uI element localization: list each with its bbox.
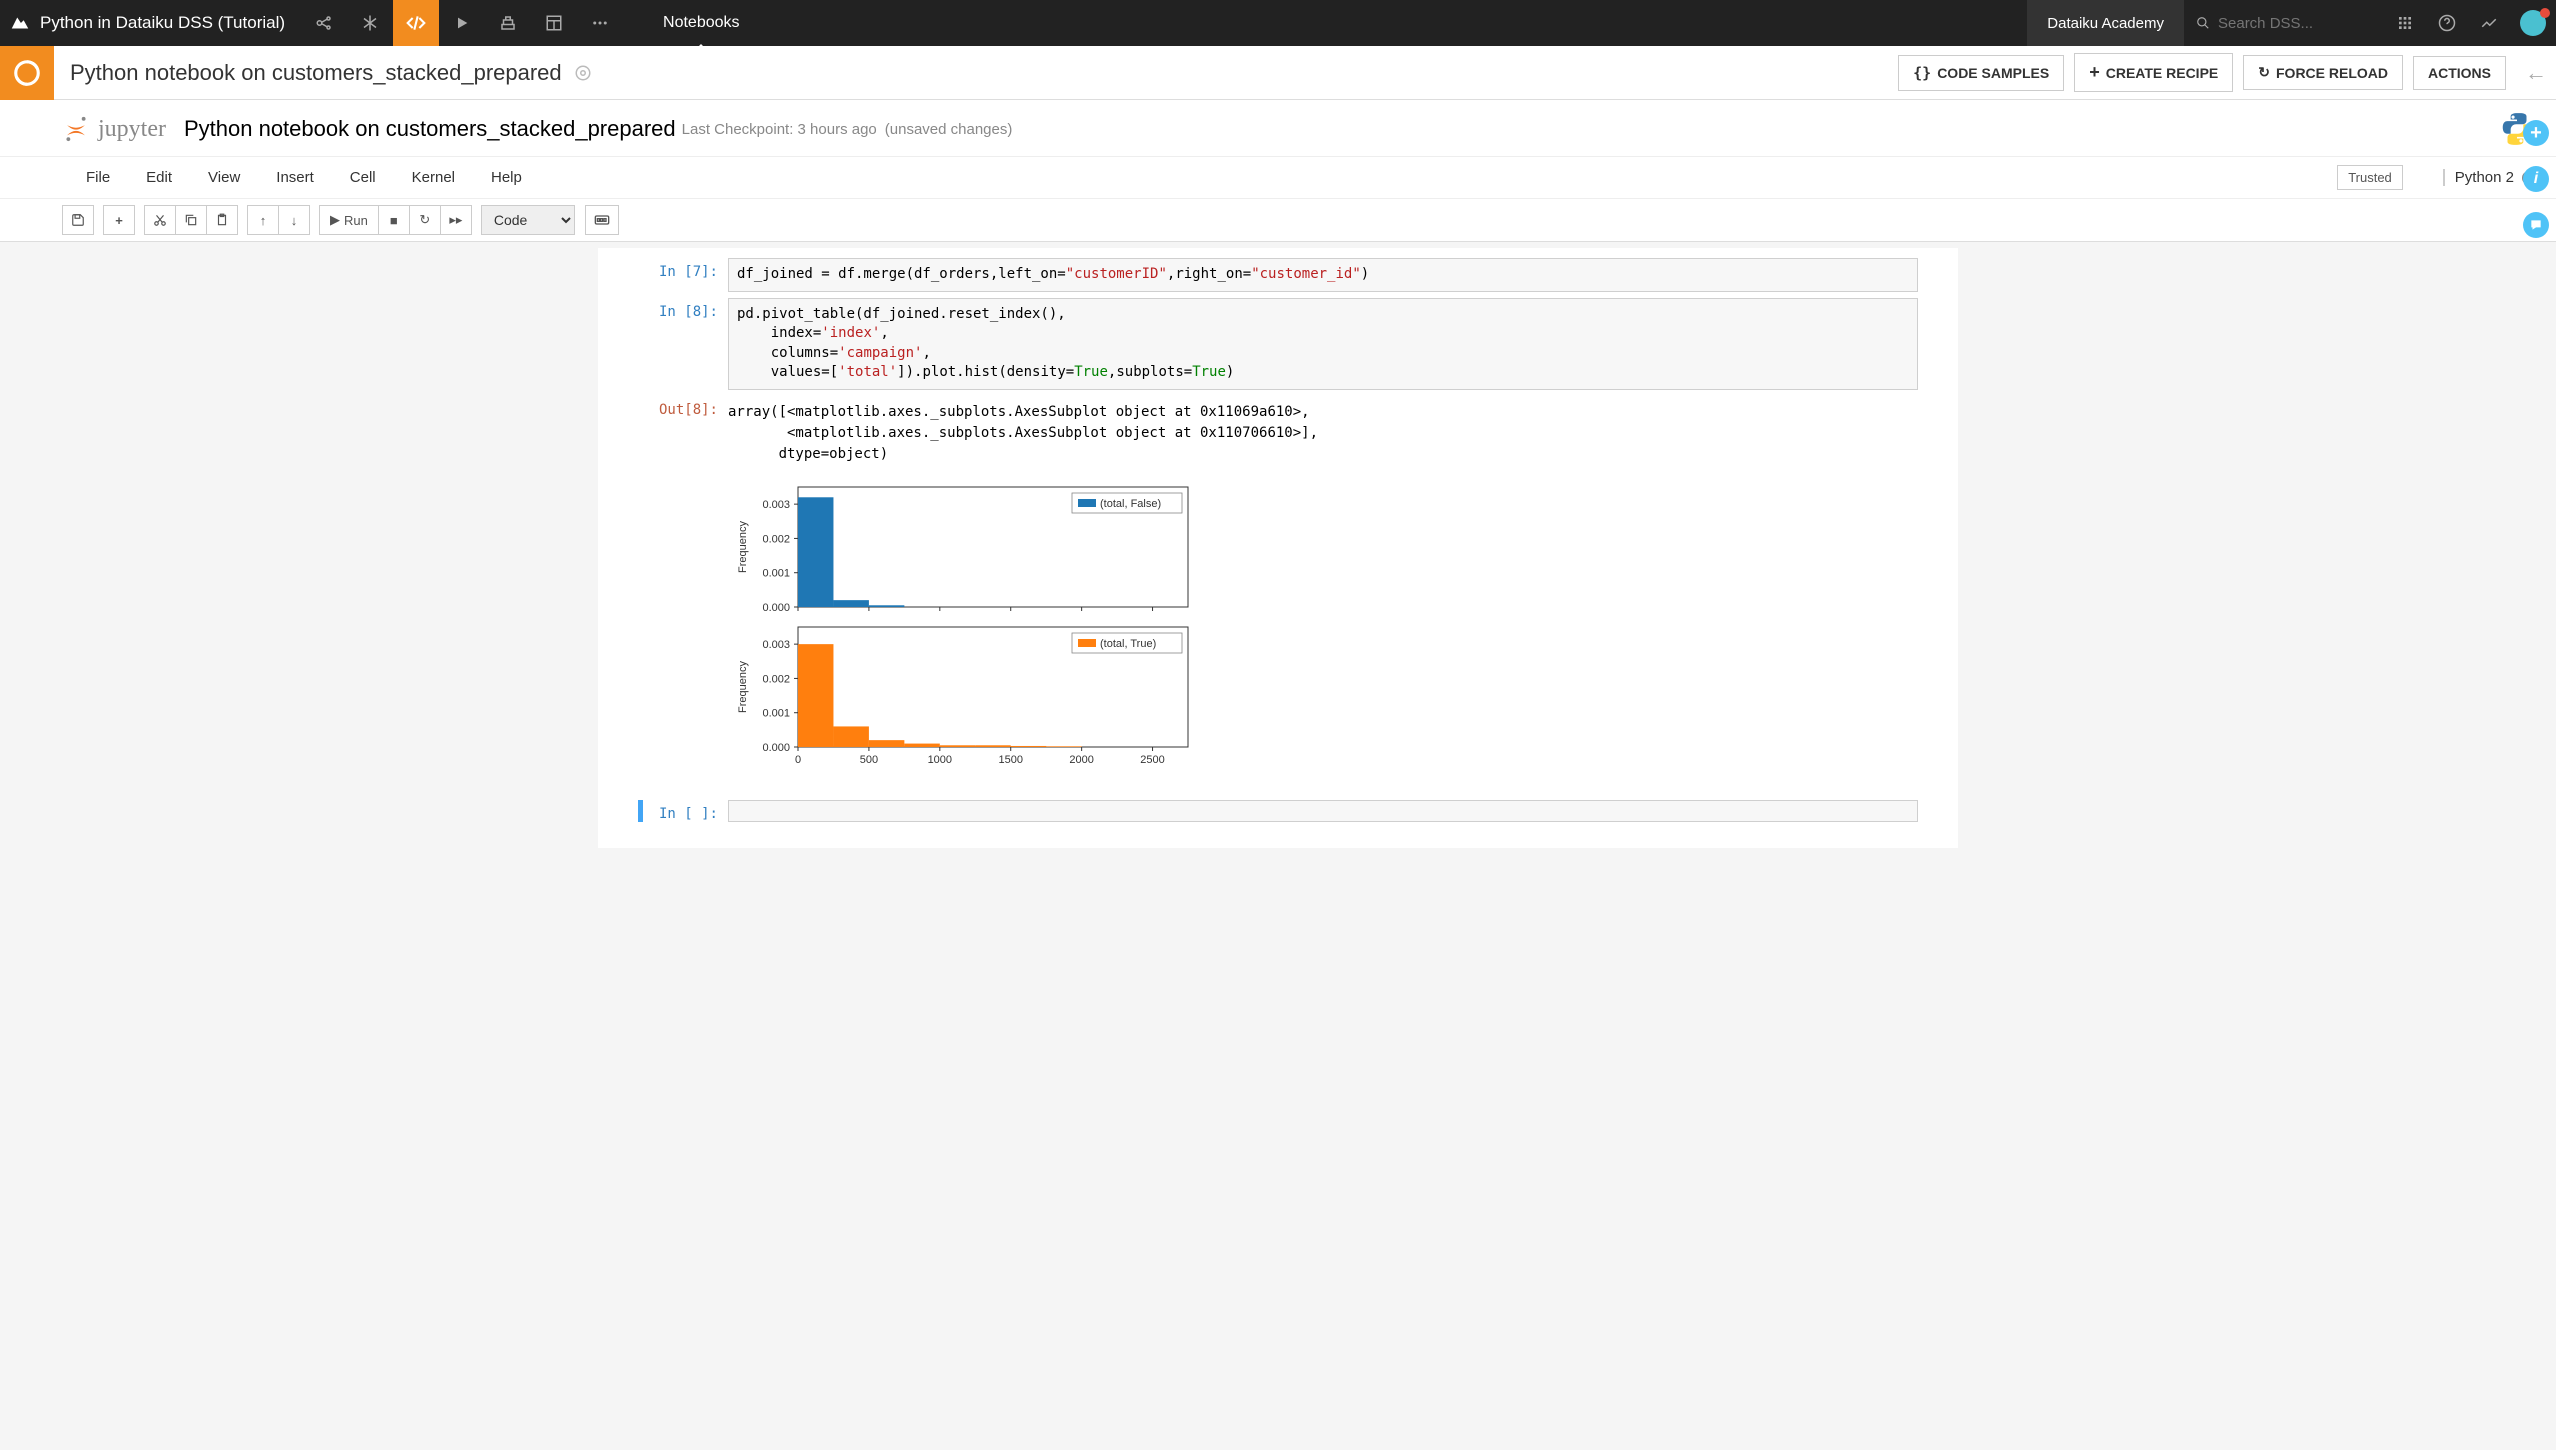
apps-icon[interactable] bbox=[2384, 0, 2426, 46]
move-down-button[interactable]: ↓ bbox=[278, 205, 310, 235]
play-icon[interactable] bbox=[439, 0, 485, 46]
notebook-type-icon bbox=[0, 46, 54, 100]
svg-text:0: 0 bbox=[795, 754, 801, 766]
svg-text:(total, True): (total, True) bbox=[1100, 638, 1156, 650]
jupyter-logo[interactable]: jupyter bbox=[62, 115, 166, 143]
search-input[interactable] bbox=[2218, 15, 2372, 32]
notebook-container: In [7]: df_joined = df.merge(df_orders,l… bbox=[598, 248, 1958, 848]
more-icon[interactable] bbox=[577, 0, 623, 46]
secondary-bar: Python notebook on customers_stacked_pre… bbox=[0, 46, 2556, 100]
jupyter-notebook-name[interactable]: Python notebook on customers_stacked_pre… bbox=[184, 116, 676, 142]
svg-text:0.002: 0.002 bbox=[762, 673, 790, 685]
svg-text:2500: 2500 bbox=[1140, 754, 1164, 766]
flow-icon[interactable] bbox=[301, 0, 347, 46]
run-button[interactable]: ▶Run bbox=[319, 205, 379, 235]
output-text-8: array([<matplotlib.axes._subplots.AxesSu… bbox=[728, 396, 1918, 471]
menu-edit[interactable]: Edit bbox=[128, 163, 190, 192]
jupyter-menubar: File Edit View Insert Cell Kernel Help T… bbox=[0, 157, 2556, 199]
celltype-select[interactable]: Code bbox=[481, 205, 575, 235]
stack-icon[interactable] bbox=[485, 0, 531, 46]
menu-kernel[interactable]: Kernel bbox=[394, 163, 473, 192]
prompt-empty: In [ ]: bbox=[643, 800, 728, 822]
svg-text:1000: 1000 bbox=[928, 754, 952, 766]
menu-help[interactable]: Help bbox=[473, 163, 540, 192]
prompt-in-7: In [7]: bbox=[638, 258, 728, 292]
force-reload-button[interactable]: ↻FORCE RELOAD bbox=[2243, 55, 2403, 90]
activity-icon[interactable] bbox=[2468, 0, 2510, 46]
project-title[interactable]: Python in Dataiku DSS (Tutorial) bbox=[40, 13, 301, 33]
svg-text:0.001: 0.001 bbox=[762, 708, 790, 720]
side-add-icon[interactable]: + bbox=[2523, 120, 2549, 146]
move-up-button[interactable]: ↑ bbox=[247, 205, 279, 235]
save-button[interactable] bbox=[62, 205, 94, 235]
prompt-in-8: In [8]: bbox=[638, 298, 728, 390]
svg-text:0.000: 0.000 bbox=[762, 742, 790, 754]
svg-text:0.000: 0.000 bbox=[762, 602, 790, 614]
code-input-empty[interactable] bbox=[728, 800, 1918, 822]
svg-text:Frequency: Frequency bbox=[737, 520, 749, 572]
unsaved-text: (unsaved changes) bbox=[885, 121, 1013, 138]
jupyter-logo-text: jupyter bbox=[98, 116, 166, 143]
svg-text:0.003: 0.003 bbox=[762, 639, 790, 651]
cell-in-8[interactable]: In [8]: pd.pivot_table(df_joined.reset_i… bbox=[638, 298, 1918, 390]
jupyter-logo-icon bbox=[62, 115, 90, 143]
menu-insert[interactable]: Insert bbox=[258, 163, 332, 192]
collapse-arrow-icon[interactable]: ← bbox=[2516, 60, 2556, 86]
side-stripe: + i bbox=[2516, 100, 2556, 238]
stop-button[interactable]: ■ bbox=[378, 205, 410, 235]
notebook-title: Python notebook on customers_stacked_pre… bbox=[54, 60, 592, 86]
restart-run-all-button[interactable]: ▸▸ bbox=[440, 205, 472, 235]
code-input-8[interactable]: pd.pivot_table(df_joined.reset_index(), … bbox=[728, 298, 1918, 390]
recipe-icon[interactable] bbox=[347, 0, 393, 46]
cell-out-8: Out[8]: array([<matplotlib.axes._subplot… bbox=[638, 396, 1918, 471]
restart-button[interactable]: ↻ bbox=[409, 205, 441, 235]
code-input-7[interactable]: df_joined = df.merge(df_orders,left_on="… bbox=[728, 258, 1918, 292]
menu-view[interactable]: View bbox=[190, 163, 258, 192]
svg-text:2000: 2000 bbox=[1069, 754, 1093, 766]
svg-text:0.001: 0.001 bbox=[762, 568, 790, 580]
create-recipe-button[interactable]: +CREATE RECIPE bbox=[2074, 53, 2233, 92]
histogram-charts: 0.000 0.001 0.002 0.003 Frequency (total, Fal… bbox=[728, 477, 1208, 777]
prompt-out-8: Out[8]: bbox=[638, 396, 728, 471]
dataiku-logo-icon[interactable] bbox=[0, 12, 40, 34]
side-info-icon[interactable]: i bbox=[2523, 166, 2549, 192]
cell-in-7[interactable]: In [7]: df_joined = df.merge(df_orders,l… bbox=[638, 258, 1918, 292]
svg-text:500: 500 bbox=[860, 754, 878, 766]
notebook-title-text: Python notebook on customers_stacked_pre… bbox=[70, 60, 562, 86]
command-palette-button[interactable] bbox=[585, 205, 619, 235]
code-samples-button[interactable]: {}CODE SAMPLES bbox=[1898, 55, 2064, 91]
trusted-badge[interactable]: Trusted bbox=[2337, 165, 2403, 190]
notebook-scroll[interactable]: In [7]: df_joined = df.merge(df_orders,l… bbox=[0, 242, 2556, 1450]
top-navbar: Python in Dataiku DSS (Tutorial) Noteboo… bbox=[0, 0, 2556, 46]
chart-output: 0.000 0.001 0.002 0.003 Frequency (total, Fal… bbox=[638, 477, 1918, 782]
user-avatar[interactable] bbox=[2510, 10, 2556, 36]
target-icon[interactable] bbox=[574, 64, 592, 82]
search-icon bbox=[2196, 15, 2210, 31]
paste-button[interactable] bbox=[206, 205, 238, 235]
svg-text:(total, False): (total, False) bbox=[1100, 498, 1161, 510]
menu-cell[interactable]: Cell bbox=[332, 163, 394, 192]
svg-text:1500: 1500 bbox=[998, 754, 1022, 766]
jupyter-toolbar: + ↑ ↓ ▶Run ■ ↻ ▸▸ Code bbox=[0, 199, 2556, 242]
svg-text:0.003: 0.003 bbox=[762, 499, 790, 511]
jupyter-header: jupyter Python notebook on customers_sta… bbox=[0, 100, 2556, 157]
code-icon[interactable] bbox=[393, 0, 439, 46]
menu-file[interactable]: File bbox=[68, 163, 128, 192]
tab-notebooks[interactable]: Notebooks bbox=[643, 0, 760, 46]
svg-text:0.002: 0.002 bbox=[762, 533, 790, 545]
actions-button[interactable]: ACTIONS bbox=[2413, 56, 2506, 90]
kernel-name: Python 2 bbox=[2455, 169, 2514, 186]
checkpoint-text: Last Checkpoint: 3 hours ago bbox=[682, 121, 877, 138]
academy-link[interactable]: Dataiku Academy bbox=[2027, 0, 2184, 46]
dashboard-icon[interactable] bbox=[531, 0, 577, 46]
cut-button[interactable] bbox=[144, 205, 176, 235]
side-chat-icon[interactable] bbox=[2523, 212, 2549, 238]
add-cell-button[interactable]: + bbox=[103, 205, 135, 235]
cell-empty[interactable]: In [ ]: bbox=[638, 800, 1918, 822]
search-box[interactable] bbox=[2184, 0, 2384, 46]
svg-text:Frequency: Frequency bbox=[737, 660, 749, 712]
help-icon[interactable] bbox=[2426, 0, 2468, 46]
copy-button[interactable] bbox=[175, 205, 207, 235]
